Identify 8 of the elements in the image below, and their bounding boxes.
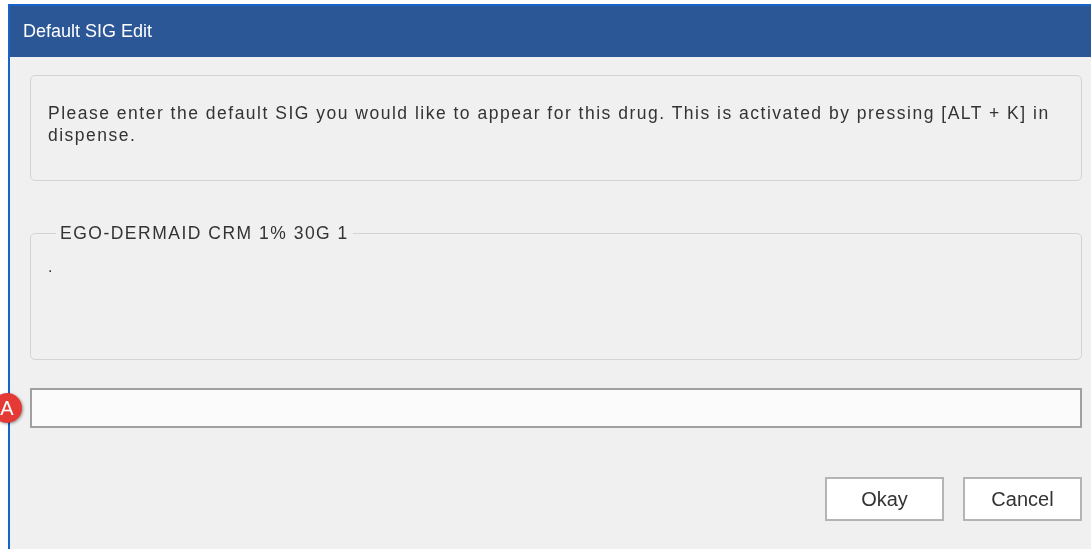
drug-name-legend: EGO-DERMAID CRM 1% 30G 1 <box>56 223 353 244</box>
sig-preview-text: . <box>48 258 53 276</box>
window-title: Default SIG Edit <box>23 21 153 42</box>
cancel-button[interactable]: Cancel <box>963 477 1082 521</box>
instruction-text: Please enter the default SIG you would like to appear for this drug. This is activated by pressing [ALT + K] in dispense. <box>48 102 1051 146</box>
okay-button[interactable]: Okay <box>825 477 944 521</box>
sig-input-field[interactable] <box>30 388 1082 428</box>
annotation-marker: A <box>0 393 22 423</box>
